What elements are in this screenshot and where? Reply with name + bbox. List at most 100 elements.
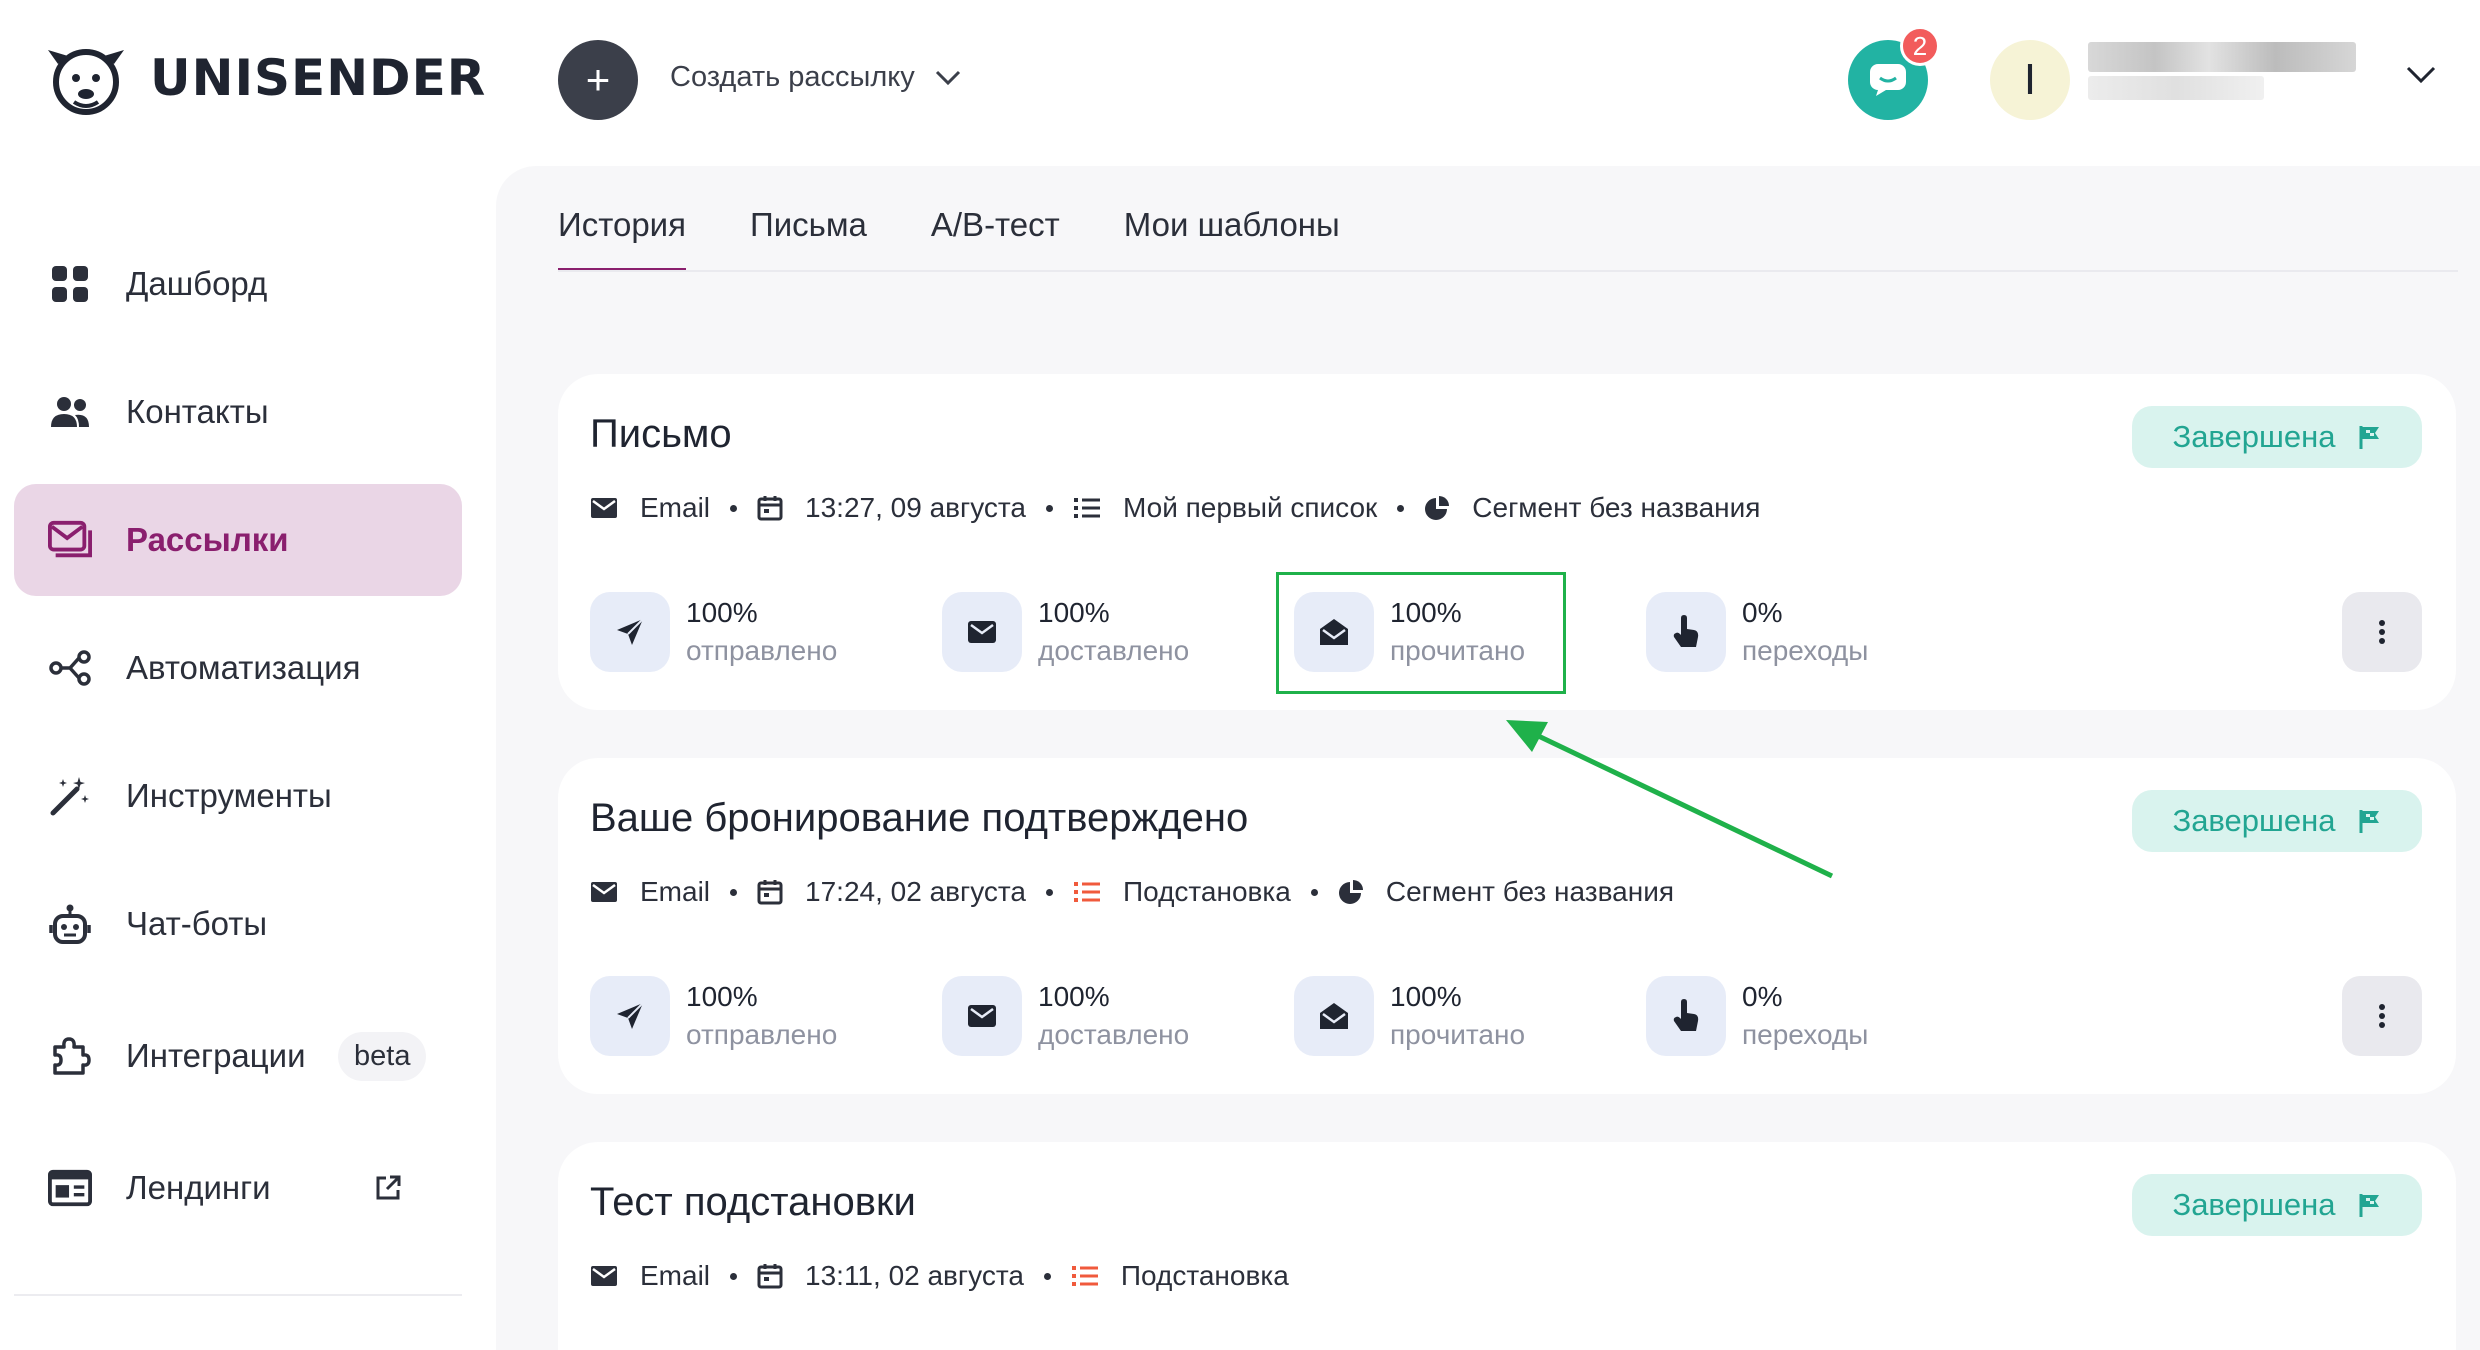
calendar-icon [757,496,783,521]
stat-clicks[interactable]: 0% переходы [1646,592,1868,672]
envelope-icon [968,621,996,643]
campaign-meta: Email 13:27, 09 августа Мой первый списо… [590,492,1760,524]
stat-label: отправлено [686,635,838,666]
separator-dot [1310,888,1318,896]
external-link-icon[interactable] [374,1174,402,1202]
send-icon [617,1002,644,1029]
list-name[interactable]: Подстановка [1121,1260,1289,1292]
separator-dot [1046,504,1053,512]
status-label: Завершена [2172,419,2336,454]
datetime-label: 13:27, 09 августа [805,492,1026,523]
segment-name[interactable]: Сегмент без названия [1472,492,1760,524]
flag-icon [2359,810,2379,833]
tabs-bar: История Письма A/B-тест Мои шаблоны [558,206,1404,271]
create-campaign-button[interactable]: + [558,40,638,120]
sidebar-item-tools[interactable]: Инструменты [14,740,462,852]
user-avatar[interactable]: I [1990,40,2070,120]
pointer-hand-icon [1673,615,1699,647]
sidebar-item-chatbots[interactable]: Чат-боты [14,868,462,980]
highlight-box [1276,572,1566,694]
sidebar-item-mailings[interactable]: Рассылки [14,484,462,596]
brand-logo[interactable]: UNISENDER [44,40,486,116]
separator-dot [1397,504,1405,512]
stat-value: 100% [686,981,758,1012]
user-menu-chevron-icon[interactable] [2406,66,2436,84]
stat-label: переходы [1742,1019,1869,1050]
more-options-button[interactable] [2342,592,2422,672]
sidebar-item-landings[interactable]: Лендинги [14,1132,462,1244]
list-name[interactable]: Мой первый список [1123,492,1377,524]
sidebar-item-contacts[interactable]: Контакты [14,356,462,468]
sidebar-divider [14,1294,462,1296]
envelope-open-icon [1320,1003,1348,1029]
stat-sent[interactable]: 100% отправлено [590,592,837,672]
sidebar-item-dashboard[interactable]: Дашборд [14,228,462,340]
list-icon [1074,498,1100,518]
campaign-meta: Email 13:11, 02 августа Подстановка [590,1260,1289,1292]
campaign-card[interactable]: Ваше бронирование подтверждено Завершена… [558,758,2456,1094]
flag-icon [2359,1194,2379,1217]
status-label: Завершена [2172,1187,2336,1222]
sidebar-item-automation[interactable]: Автоматизация [14,612,462,724]
stat-clicks[interactable]: 0% переходы [1646,976,1868,1056]
sidebar-item-label: Рассылки [126,521,289,558]
sidebar-item-integrations[interactable]: Интеграции beta [14,1000,462,1112]
user-email-redacted [2088,76,2264,100]
stat-label: доставлено [1038,1019,1190,1050]
tab-my-templates[interactable]: Мои шаблоны [1124,206,1340,271]
pointer-hand-icon [1673,999,1699,1031]
create-campaign-dropdown[interactable]: Создать рассылку [670,61,961,94]
campaign-title[interactable]: Тест подстановки [590,1180,916,1225]
status-badge: Завершена [2132,1174,2422,1236]
more-vertical-icon [2379,620,2385,644]
send-icon [617,618,644,645]
campaign-card[interactable]: Тест подстановки Завершена Email 13:11, … [558,1142,2456,1350]
separator-dot [1046,888,1053,896]
sidebar-item-label: Дашборд [126,265,268,302]
dashboard-icon [48,262,92,306]
mailings-icon [48,518,92,562]
stat-value: 100% [686,597,758,628]
stat-label: доставлено [1038,635,1190,666]
more-options-button[interactable] [2342,976,2422,1056]
robot-icon [48,902,92,946]
automation-icon [48,646,92,690]
list-icon [1071,1266,1098,1286]
stat-value: 100% [1390,981,1462,1012]
campaign-title[interactable]: Ваше бронирование подтверждено [590,796,1248,841]
stat-sent[interactable]: 100% отправлено [590,976,837,1056]
chevron-down-icon [935,70,960,85]
stat-label: отправлено [686,1019,838,1050]
separator-dot [730,504,738,512]
stat-value: 100% [1038,597,1110,628]
stat-delivered[interactable]: 100% доставлено [942,976,1189,1056]
channel-label: Email [640,876,711,907]
plus-icon: + [585,56,611,103]
sidebar-item-label: Лендинги [126,1169,271,1206]
flag-icon [2359,426,2379,449]
stat-value: 0% [1742,981,1783,1012]
separator-dot [1043,1272,1051,1280]
calendar-icon [757,880,783,905]
sidebar-item-label: Автоматизация [126,649,361,686]
landing-icon [48,1166,92,1210]
sidebar-item-label: Чат-боты [126,905,268,942]
stat-delivered[interactable]: 100% доставлено [942,592,1189,672]
stat-value: 0% [1742,597,1783,628]
create-campaign-label: Создать рассылку [670,61,915,93]
sidebar-item-label: Инструменты [126,777,332,814]
channel-label: Email [640,492,711,523]
stat-read[interactable]: 100% прочитано [1294,976,1525,1056]
tab-ab-test[interactable]: A/B-тест [931,206,1060,271]
status-badge: Завершена [2132,790,2422,852]
separator-dot [730,1272,738,1280]
tab-history[interactable]: История [558,206,686,271]
tab-letters[interactable]: Письма [750,206,867,271]
stat-value: 100% [1038,981,1110,1012]
segment-pie-icon [1338,880,1363,904]
puzzle-icon [48,1034,92,1078]
sidebar-item-label: Интеграции [126,1037,306,1074]
campaign-title[interactable]: Письмо [590,412,732,457]
list-name[interactable]: Подстановка [1123,876,1291,908]
segment-name[interactable]: Сегмент без названия [1386,876,1674,908]
